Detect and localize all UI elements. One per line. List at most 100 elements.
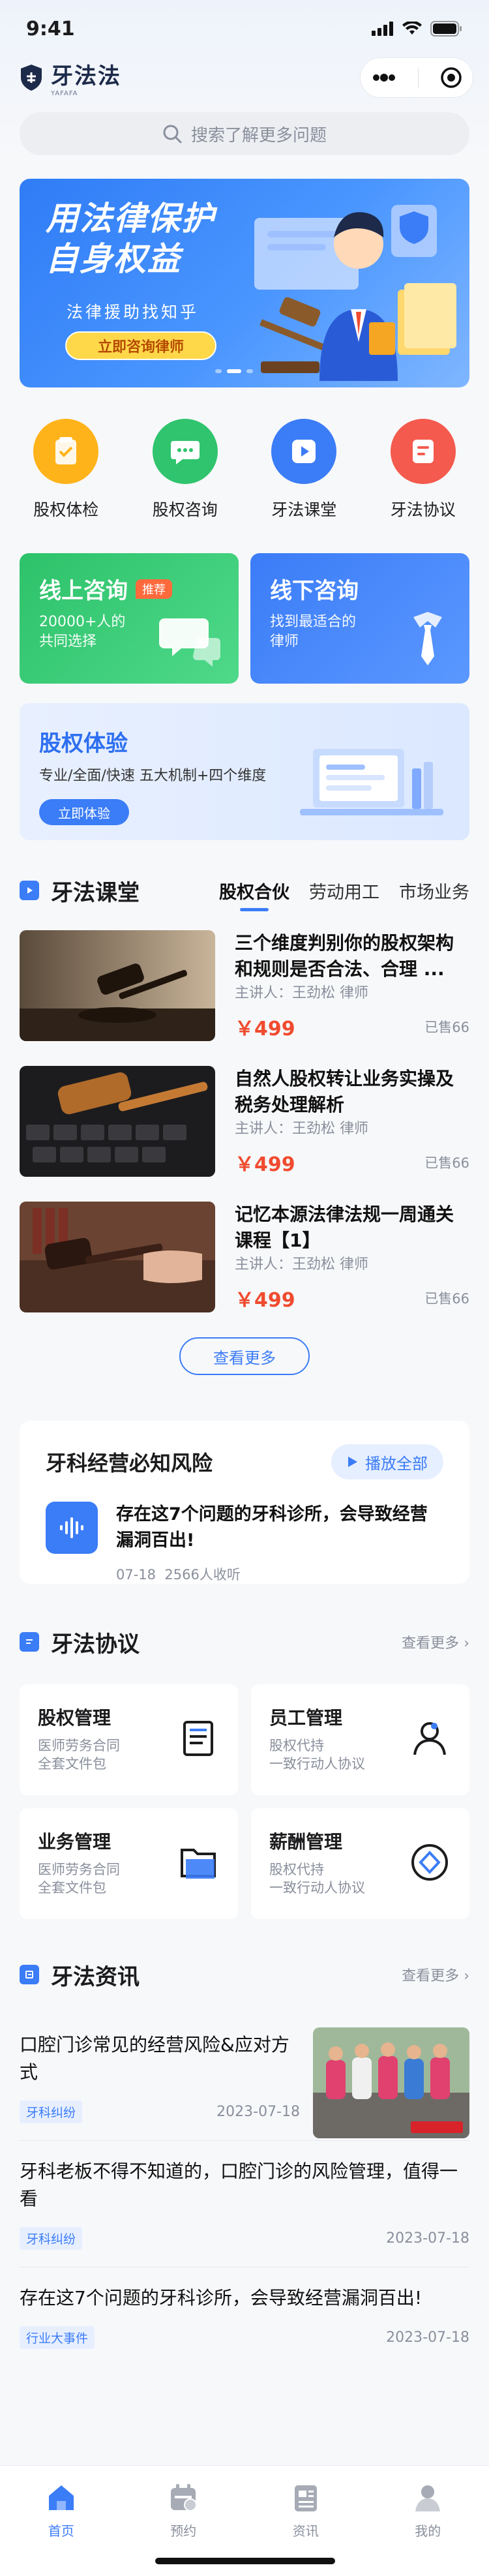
course-meta: ￥499 已售66 xyxy=(235,1012,469,1041)
search-bar[interactable]: 搜索了解更多问题 xyxy=(20,112,469,155)
course-item[interactable]: 记忆本源法律法规一周通关课程【1】 主讲人：王劲松 律师 ￥499 已售66 xyxy=(20,1202,469,1312)
play-all-button[interactable]: 播放全部 xyxy=(331,1444,443,1479)
status-bar: 9:41 xyxy=(0,0,489,57)
home-indicator xyxy=(155,2558,335,2564)
news-item-meta: 行业大事件 2023-07-18 xyxy=(20,2326,469,2349)
news-item[interactable]: 口腔门诊常见的经营风险&应对方式 牙科纠纷 2023-07-18 xyxy=(20,2014,469,2141)
close-target-icon[interactable] xyxy=(440,67,462,89)
tab-profile[interactable]: 我的 xyxy=(367,2466,489,2576)
banner-dot-active xyxy=(227,369,241,373)
chat-bubble-icon xyxy=(152,419,218,484)
play-all-label: 播放全部 xyxy=(365,1454,428,1473)
audio-date: 07-18 xyxy=(116,1567,156,1583)
course-lecturer: 主讲人：王劲松 律师 xyxy=(235,985,368,1001)
agreement-item-salary[interactable]: 薪酬管理 股权代持 一致行动人协议 xyxy=(251,1808,469,1919)
news-item-tag: 牙科纠纷 xyxy=(20,2227,83,2250)
agreement-item-business[interactable]: 业务管理 医师劳务合同 全套文件包 xyxy=(20,1808,238,1919)
news-item[interactable]: 存在这7个问题的牙科诊所，会导致经营漏洞百出! 行业大事件 2023-07-18 xyxy=(20,2267,469,2366)
user-icon xyxy=(413,1722,446,1755)
agreement-see-more[interactable]: 查看更多 › xyxy=(402,1631,469,1652)
offline-consult-card[interactable]: 线下咨询 找到最适合的 律师 xyxy=(250,553,469,684)
news-item-date: 2023-07-18 xyxy=(216,2104,300,2120)
chat-bubbles-icon xyxy=(159,618,220,667)
brand-logo: 牙法法 YAFAFA xyxy=(18,58,121,97)
course-lecturer: 主讲人：王劲松 律师 xyxy=(235,1256,368,1273)
course-item[interactable]: 自然人股权转让业务实操及税务处理解析 主讲人：王劲松 律师 ￥499 已售66 xyxy=(20,1066,469,1177)
online-consult-title-row: 线上咨询 推荐 xyxy=(39,573,219,605)
news-see-more[interactable]: 查看更多 › xyxy=(402,1964,469,1985)
course-list: 三个维度判别你的股权架构和规则是否合法、合理 ... 主讲人：王劲松 律师 ￥4… xyxy=(20,930,469,1312)
news-item[interactable]: 牙科老板不得不知道的，口腔门诊的风险管理，值得一看 牙科纠纷 2023-07-1… xyxy=(20,2141,469,2267)
news-title: 牙法资讯 xyxy=(51,1963,140,1990)
tab-label: 资讯 xyxy=(292,2523,319,2539)
more-dots-icon[interactable] xyxy=(371,74,397,82)
tab-home[interactable]: 首页 xyxy=(0,2466,123,2576)
chevron-right-icon: › xyxy=(464,1635,469,1652)
course-sold: 已售66 xyxy=(424,1020,469,1035)
course-lecturer: 主讲人：王劲松 律师 xyxy=(235,1121,368,1137)
signal-icon xyxy=(372,22,393,36)
tab-labor-employment[interactable]: 劳动用工 xyxy=(309,878,379,903)
banner-dot xyxy=(215,369,222,373)
agreement-section-icon xyxy=(20,1632,39,1652)
course-thumbnail-gavel xyxy=(20,930,215,1041)
tab-label: 预约 xyxy=(170,2523,197,2539)
page: 9:41 牙法法 YAFAFA 搜索了解更多问题 用法律保护 自身权益 法律援助… xyxy=(0,0,489,2576)
banner-dot xyxy=(246,369,253,373)
course-item[interactable]: 三个维度判别你的股权架构和规则是否合法、合理 ... 主讲人：王劲松 律师 ￥4… xyxy=(20,930,469,1041)
audio-wave-icon xyxy=(46,1502,98,1554)
tab-market-business[interactable]: 市场业务 xyxy=(399,878,469,903)
agreement-item-equity[interactable]: 股权管理 医师劳务合同 全套文件包 xyxy=(20,1684,238,1795)
wifi-icon xyxy=(402,22,422,35)
offline-consult-title: 线下咨询 xyxy=(270,578,359,604)
course-title: 自然人股权转让业务实操及税务处理解析 xyxy=(235,1068,454,1113)
health-check-icon xyxy=(33,419,99,484)
banner-subtitle: 法律援助找知乎 xyxy=(67,303,200,322)
search-icon xyxy=(163,125,182,144)
course-thumbnail-hand-gavel xyxy=(20,1202,215,1312)
status-time: 9:41 xyxy=(26,17,75,40)
news-icon xyxy=(294,2485,317,2511)
news-section-icon xyxy=(20,1965,39,1984)
course-sold: 已售66 xyxy=(424,1291,469,1307)
news-see-more-label: 查看更多 xyxy=(402,1968,460,1984)
online-consult-title: 线上咨询 xyxy=(39,578,128,604)
banner-cta-button[interactable]: 立即咨询律师 xyxy=(65,331,216,360)
profile-icon xyxy=(415,2485,441,2511)
news-section-header: 牙法资讯 查看更多 › xyxy=(20,1958,469,1991)
equity-experience-card[interactable]: 股权体验 专业/全面/快速 五大机制+四个维度 立即体验 xyxy=(20,703,469,840)
experience-button[interactable]: 立即体验 xyxy=(39,799,129,825)
quick-entry-label: 股权体检 xyxy=(33,500,99,519)
banner-title-line2: 自身权益 xyxy=(46,240,181,278)
brand-subtitle: YAFAFA xyxy=(51,90,78,97)
promo-banner[interactable]: 用法律保护 自身权益 法律援助找知乎 立即咨询律师 xyxy=(20,179,469,387)
calendar-icon xyxy=(171,2484,198,2511)
quick-entry-agreement[interactable]: 牙法协议 xyxy=(374,419,472,521)
course-info: 自然人股权转让业务实操及税务处理解析 主讲人：王劲松 律师 ￥499 已售66 xyxy=(235,1066,469,1177)
quick-entry-equity-consult[interactable]: 股权咨询 xyxy=(136,419,234,521)
desk-illustration xyxy=(300,749,443,815)
book-icon xyxy=(183,1721,213,1756)
diamond-icon xyxy=(411,1844,448,1881)
lawyer-illustration xyxy=(254,205,456,381)
quick-entry-equity-check[interactable]: 股权体检 xyxy=(17,419,115,521)
capsule-divider xyxy=(418,67,419,88)
agreement-title: 牙法协议 xyxy=(51,1631,140,1658)
audio-item[interactable]: 存在这7个问题的牙科诊所，会导致经营漏洞百出! xyxy=(46,1502,443,1554)
course-title: 记忆本源法律法规一周通关课程【1】 xyxy=(235,1204,454,1249)
agreement-section-header: 牙法协议 查看更多 › xyxy=(20,1626,469,1658)
classroom-tabs: 股权合伙 劳动用工 市场业务 xyxy=(219,878,469,911)
nav-bar: 牙法法 YAFAFA xyxy=(0,57,489,98)
folder-icon xyxy=(181,1849,216,1879)
course-info: 三个维度判别你的股权架构和规则是否合法、合理 ... 主讲人：王劲松 律师 ￥4… xyxy=(235,930,469,1041)
search-placeholder: 搜索了解更多问题 xyxy=(190,125,327,145)
agreement-see-more-label: 查看更多 xyxy=(402,1635,460,1652)
news-item-date: 2023-07-18 xyxy=(386,2230,469,2247)
shield-logo-icon xyxy=(21,65,42,91)
see-more-courses-button[interactable]: 查看更多 xyxy=(179,1337,310,1375)
status-icons xyxy=(372,21,463,37)
tab-equity-partnership[interactable]: 股权合伙 xyxy=(219,878,289,911)
online-consult-card[interactable]: 线上咨询 推荐 20000+人的 共同选择 xyxy=(20,553,239,684)
quick-entry-classroom[interactable]: 牙法课堂 xyxy=(255,419,353,521)
agreement-item-staff[interactable]: 员工管理 股权代持 一致行动人协议 xyxy=(251,1684,469,1795)
